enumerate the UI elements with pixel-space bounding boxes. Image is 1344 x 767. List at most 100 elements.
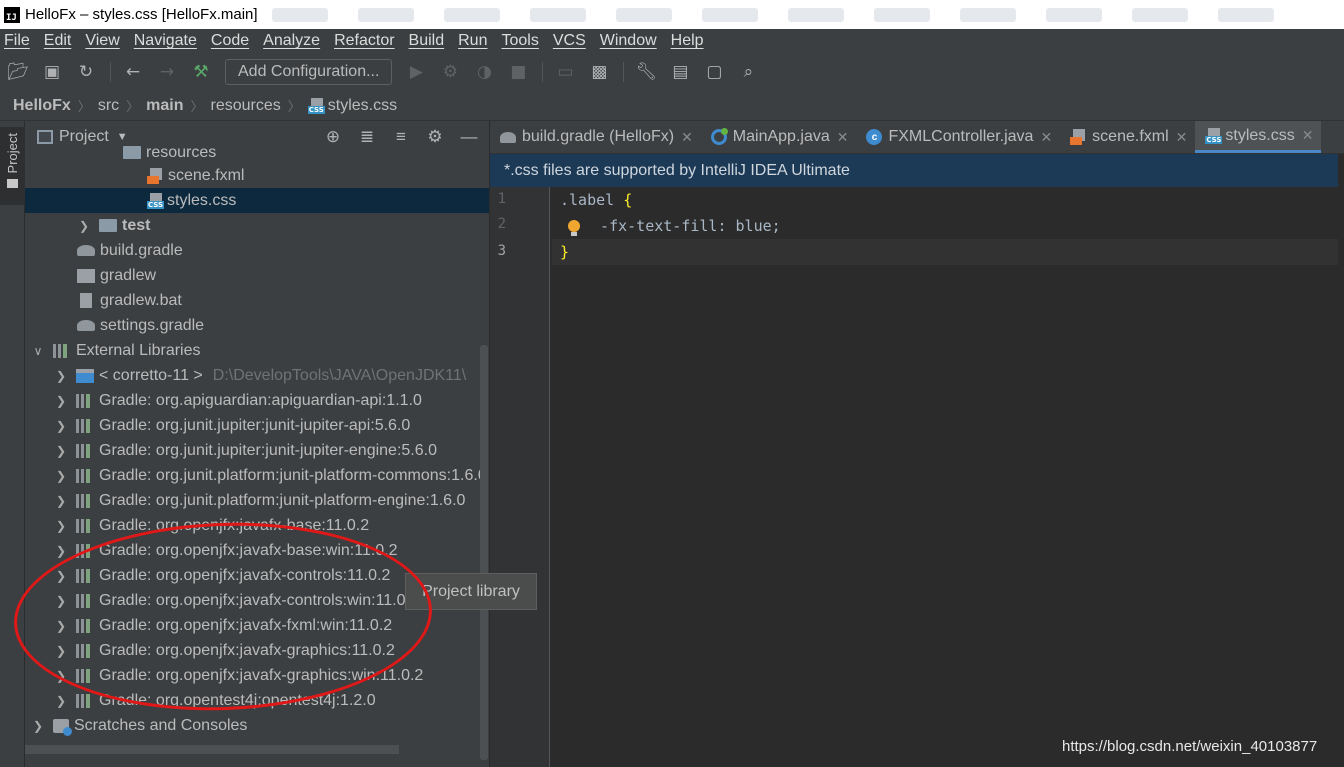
- chevron-right-icon[interactable]: ❯: [54, 469, 68, 483]
- tree-row-library[interactable]: ❯ Gradle: org.opentest4j:opentest4j:1.2.0: [25, 688, 489, 713]
- tree-row-resources[interactable]: resources: [25, 140, 489, 165]
- breadcrumb-project[interactable]: HelloFx: [13, 97, 71, 115]
- breadcrumb-main[interactable]: main: [146, 97, 183, 115]
- chevron-right-icon[interactable]: ❯: [54, 694, 68, 708]
- menu-edit[interactable]: Edit: [44, 32, 72, 50]
- chevron-right-icon[interactable]: ❯: [31, 719, 45, 733]
- tree-row-test[interactable]: ❯ test: [25, 213, 489, 238]
- tab-build-gradle[interactable]: build.gradle (HelloFx) ✕: [490, 121, 701, 153]
- tree-row-library[interactable]: ❯ Gradle: org.junit.jupiter:junit-jupiter…: [25, 413, 489, 438]
- tree-label: build.gradle: [100, 241, 183, 259]
- tree-row-scratches[interactable]: ❯ Scratches and Consoles: [25, 713, 489, 738]
- device-icon[interactable]: ▭: [555, 62, 575, 82]
- chevron-right-icon[interactable]: ❯: [77, 219, 91, 233]
- chevron-right-icon[interactable]: ❯: [54, 619, 68, 633]
- library-icon: [53, 343, 71, 358]
- chevron-right-icon[interactable]: ❯: [54, 444, 68, 458]
- breadcrumb: HelloFx 〉 src 〉 main 〉 resources 〉 CSS s…: [0, 91, 1344, 121]
- tab-mainapp-java[interactable]: MainApp.java ✕: [701, 121, 857, 153]
- breadcrumb-file[interactable]: styles.css: [328, 97, 397, 115]
- close-icon[interactable]: ✕: [681, 129, 693, 146]
- coverage-icon[interactable]: ◑: [474, 62, 494, 82]
- close-icon[interactable]: ✕: [1302, 127, 1314, 144]
- menu-view[interactable]: View: [85, 32, 119, 50]
- chevron-right-icon[interactable]: ❯: [54, 419, 68, 433]
- stop-icon[interactable]: ■: [508, 62, 528, 82]
- tree-row-gradlew[interactable]: gradlew: [25, 263, 489, 288]
- breadcrumb-src[interactable]: src: [98, 97, 119, 115]
- tab-scene-fxml[interactable]: scene.fxml ✕: [1060, 121, 1195, 153]
- folder-open-icon[interactable]: 📂︎: [7, 62, 29, 82]
- chevron-right-icon[interactable]: ❯: [54, 594, 68, 608]
- menu-help[interactable]: Help: [671, 32, 704, 50]
- jdk-icon: [76, 368, 94, 383]
- chevron-right-icon[interactable]: ❯: [54, 544, 68, 558]
- chevron-right-icon[interactable]: ❯: [54, 394, 68, 408]
- menu-tools[interactable]: Tools: [501, 32, 538, 50]
- chevron-right-icon[interactable]: ❯: [54, 494, 68, 508]
- tree-row-external-libraries[interactable]: ∨ External Libraries: [25, 338, 489, 363]
- tab-styles-css[interactable]: CSS styles.css ✕: [1195, 121, 1322, 153]
- breadcrumb-resources[interactable]: resources: [211, 97, 281, 115]
- project-structure-icon[interactable]: ▤: [670, 62, 690, 82]
- chevron-right-icon[interactable]: ❯: [54, 369, 68, 383]
- menu-window[interactable]: Window: [600, 32, 657, 50]
- search-icon[interactable]: ⌕: [738, 62, 758, 82]
- tree-row-gradlew-bat[interactable]: gradlew.bat: [25, 288, 489, 313]
- tree-row-library[interactable]: ❯ Gradle: org.junit.platform:junit-platfo…: [25, 463, 489, 488]
- tree-row-library[interactable]: ❯ Gradle: org.openjfx:javafx-graphics:11.…: [25, 638, 489, 663]
- back-arrow-icon[interactable]: ←: [123, 62, 143, 82]
- tooltip-text: Project library: [422, 582, 520, 600]
- menu-navigate[interactable]: Navigate: [134, 32, 197, 50]
- sync-icon[interactable]: ↻: [76, 62, 96, 82]
- hammer-icon[interactable]: ⚒: [191, 62, 211, 82]
- close-icon[interactable]: ✕: [1176, 129, 1188, 146]
- tree-row-settings-gradle[interactable]: settings.gradle: [25, 313, 489, 338]
- save-icon[interactable]: ▣: [42, 62, 62, 82]
- run-icon[interactable]: ▶: [406, 62, 426, 82]
- wrench-icon[interactable]: 🔧︎: [636, 62, 658, 82]
- project-horizontal-scrollbar[interactable]: [25, 745, 399, 754]
- close-icon[interactable]: ✕: [1040, 129, 1052, 146]
- close-icon[interactable]: ✕: [837, 129, 849, 146]
- code-editor[interactable]: .label { -fx-text-fill: blue; }: [552, 187, 1344, 767]
- menu-code[interactable]: Code: [211, 32, 249, 50]
- menu-vcs[interactable]: VCS: [553, 32, 586, 50]
- tree-row-library[interactable]: ❯ Gradle: org.openjfx:javafx-base:11.0.2: [25, 513, 489, 538]
- java-class-icon: [710, 128, 728, 145]
- menu-build[interactable]: Build: [409, 32, 445, 50]
- menu-run[interactable]: Run: [458, 32, 487, 50]
- forward-arrow-icon[interactable]: →: [157, 62, 177, 82]
- menu-refactor[interactable]: Refactor: [334, 32, 394, 50]
- debug-icon[interactable]: ⚙: [440, 62, 460, 82]
- tree-row-library[interactable]: ❯ Gradle: org.junit.jupiter:junit-jupiter…: [25, 438, 489, 463]
- folder-icon: [123, 146, 141, 159]
- line-number: 3: [497, 243, 506, 259]
- css-file-icon: CSS: [307, 97, 325, 114]
- tree-row-scene-fxml[interactable]: scene.fxml: [25, 163, 489, 188]
- chevron-right-icon[interactable]: ❯: [54, 669, 68, 683]
- menu-analyze[interactable]: Analyze: [263, 32, 320, 50]
- tab-fxmlcontroller-java[interactable]: c FXMLController.java ✕: [856, 121, 1060, 153]
- tree-row-library[interactable]: ❯ Gradle: org.junit.platform:junit-platfo…: [25, 488, 489, 513]
- add-configuration-button[interactable]: Add Configuration...: [225, 59, 393, 85]
- tree-row-library[interactable]: ❯ Gradle: org.apiguardian:apiguardian-api…: [25, 388, 489, 413]
- chevron-down-icon[interactable]: ∨: [31, 344, 45, 358]
- toolbar-separator: [542, 62, 544, 82]
- project-vertical-scrollbar[interactable]: [480, 345, 488, 760]
- chevron-right-icon[interactable]: ❯: [54, 519, 68, 533]
- project-tool-window-tab[interactable]: Project: [0, 127, 25, 205]
- lightbulb-icon[interactable]: [568, 220, 580, 236]
- tree-row-styles-css[interactable]: CSS styles.css: [25, 188, 489, 213]
- menu-file[interactable]: File: [4, 32, 30, 50]
- tree-row-build-gradle[interactable]: build.gradle: [25, 238, 489, 263]
- tree-row-library[interactable]: ❯ Gradle: org.openjfx:javafx-graphics:win…: [25, 663, 489, 688]
- terminal-icon[interactable]: ▢: [704, 62, 724, 82]
- chevron-right-icon[interactable]: ❯: [54, 644, 68, 658]
- terminal-file-icon: [77, 268, 95, 283]
- tree-row-library[interactable]: ❯ Gradle: org.openjfx:javafx-fxml:win:11.…: [25, 613, 489, 638]
- chevron-right-icon[interactable]: ❯: [54, 569, 68, 583]
- sdk-icon[interactable]: ▩: [589, 62, 609, 82]
- tree-row-library[interactable]: ❯ Gradle: org.openjfx:javafx-base:win:11.…: [25, 538, 489, 563]
- tree-row-jdk[interactable]: ❯ < corretto-11 > D:\DevelopTools\JAVA\Ope…: [25, 363, 489, 388]
